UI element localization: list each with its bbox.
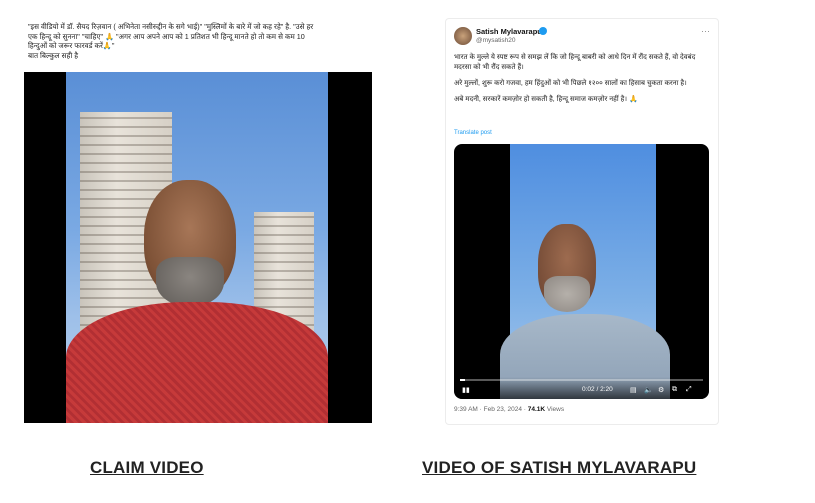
tweet-video-title: VIDEO OF SATISH MYLAVARAPU	[422, 458, 697, 477]
tweet-card: Satish Mylavarapu @mysatish20 ··· भारत क…	[445, 18, 719, 425]
progress-fill	[460, 379, 465, 381]
claim-video-title: CLAIM VIDEO	[90, 458, 204, 477]
view-count: 74.1K	[527, 406, 546, 413]
tweet-timestamp[interactable]: 9:39 AM · Feb 23, 2024 ·	[454, 406, 528, 413]
captions-icon[interactable]: ▤	[630, 386, 637, 394]
pip-icon[interactable]: ⧉	[672, 386, 677, 394]
author-handle[interactable]: @mysatish20	[476, 37, 515, 44]
caption-line: हिन्दुओं को जरूर फारवर्ड करें🙏"	[28, 41, 115, 51]
person-beard	[544, 276, 590, 312]
tweet-paragraph: अरे मुल्लों, शुरू करो गजवा, हम हिंदुओं क…	[454, 80, 687, 87]
avatar[interactable]	[454, 27, 472, 45]
tweet-text: भारत के मुल्ले ये स्पष्ट रूप से समझ लें …	[454, 53, 710, 111]
verified-badge-icon	[539, 27, 547, 35]
fullscreen-icon[interactable]: ⤢	[686, 386, 692, 394]
video-controls: ▮▮ 0:02 / 2:20 ▤ 🔈 ⚙ ⧉ ⤢	[454, 377, 709, 399]
settings-icon[interactable]: ⚙	[658, 386, 664, 394]
caption-line: "इस वीडियो में डॉ. सैयद रिज़वान ( अभिनेत…	[28, 22, 314, 31]
author-name[interactable]: Satish Mylavarapu	[476, 27, 542, 36]
tweet-meta: 9:39 AM · Feb 23, 2024 · 74.1K Views	[454, 406, 564, 413]
caption-line: एक हिन्दू को सुनना" "चाहिए" 🙏 "अगर आप अप…	[28, 31, 305, 41]
claim-video-frame	[66, 72, 328, 423]
caption-line: बात बिल्कुल सही है	[28, 50, 79, 60]
views-label: Views	[545, 406, 565, 413]
tweet-video-frame	[500, 144, 670, 399]
claim-video[interactable]	[24, 72, 372, 423]
translate-post-link[interactable]: Translate post	[454, 130, 492, 136]
more-options-icon[interactable]: ···	[701, 26, 710, 36]
volume-icon[interactable]: 🔈	[644, 386, 653, 394]
claim-caption: "इस वीडियो में डॉ. सैयद रिज़वान ( अभिनेत…	[28, 22, 368, 60]
pause-icon[interactable]: ▮▮	[462, 386, 470, 394]
person-shirt	[66, 302, 328, 423]
claim-panel: "इस वीडियो में डॉ. सैयद रिज़वान ( अभिनेत…	[24, 18, 372, 423]
video-time: 0:02 / 2:20	[582, 386, 613, 393]
tweet-video[interactable]: ▮▮ 0:02 / 2:20 ▤ 🔈 ⚙ ⧉ ⤢	[454, 144, 709, 399]
tweet-paragraph: अबे मदनी, सरकारें कमज़ोर हो सकती है, हिन…	[454, 96, 638, 103]
person-beard	[156, 257, 224, 307]
tweet-paragraph: भारत के मुल्ले ये स्पष्ट रूप से समझ लें …	[454, 54, 696, 71]
progress-bar[interactable]	[460, 379, 703, 381]
